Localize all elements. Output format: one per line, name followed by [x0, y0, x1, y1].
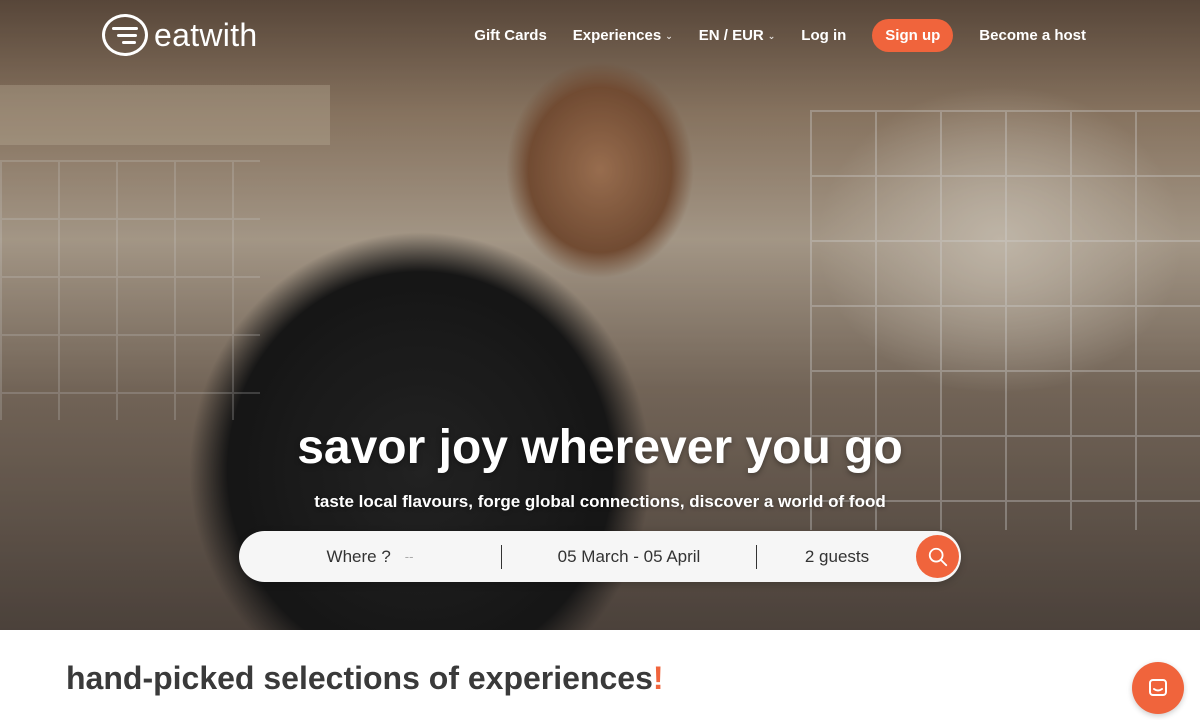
nav-experiences-label: Experiences [572, 26, 662, 44]
nav-items: Gift Cards Experiences ⌄ EN / EUR ⌄ Log … [448, 18, 1086, 52]
nav-gift-cards[interactable]: Gift Cards [474, 27, 547, 44]
signup-button[interactable]: Sign up [872, 18, 954, 52]
nav-language-currency[interactable]: EN / EUR ⌄ [699, 27, 776, 44]
chevron-down-icon: ⌄ [767, 30, 776, 41]
search-icon [928, 547, 947, 566]
hero-headline: savor joy wherever you go [297, 421, 903, 474]
nav-become-host[interactable]: Become a host [979, 27, 1086, 44]
section-title-text: hand-picked selections of experiences [66, 660, 653, 696]
guests-value: 2 guests [804, 546, 870, 566]
nav-login[interactable]: Log in [801, 27, 846, 44]
hero-subheadline: taste local flavours, forge global conne… [314, 492, 886, 511]
hero-section: eatwith Gift Cards Experiences ⌄ EN / EU… [0, 0, 1200, 630]
logo[interactable]: eatwith [102, 14, 258, 56]
nav-login-label: Log in [801, 26, 847, 44]
top-nav: eatwith Gift Cards Experiences ⌄ EN / EU… [0, 0, 1200, 70]
date-range-value: 05 March - 05 April [557, 546, 701, 566]
nav-language-currency-label: EN / EUR [698, 26, 764, 44]
where-label: Where ? [326, 546, 391, 566]
where-value: -- [404, 549, 414, 564]
chat-icon [1149, 679, 1167, 696]
section-title: hand-picked selections of experiences! [66, 660, 664, 697]
chat-button[interactable] [1132, 662, 1184, 714]
search-button[interactable] [916, 535, 959, 578]
logo-text: eatwith [154, 16, 258, 53]
search-bar: Where ? -- 05 March - 05 April 2 guests [239, 531, 961, 582]
chevron-down-icon: ⌄ [665, 30, 673, 41]
section-title-accent: ! [652, 660, 664, 696]
eatwith-logo-icon [102, 14, 148, 56]
nav-become-host-label: Become a host [979, 26, 1086, 44]
guests-field[interactable]: 2 guests [757, 531, 917, 582]
signup-button-label: Sign up [885, 26, 941, 44]
date-range-field[interactable]: 05 March - 05 April [502, 531, 756, 582]
nav-experiences-dropdown[interactable]: Experiences ⌄ [573, 27, 673, 44]
nav-gift-cards-label: Gift Cards [474, 26, 547, 44]
where-field[interactable]: Where ? -- [239, 531, 501, 582]
